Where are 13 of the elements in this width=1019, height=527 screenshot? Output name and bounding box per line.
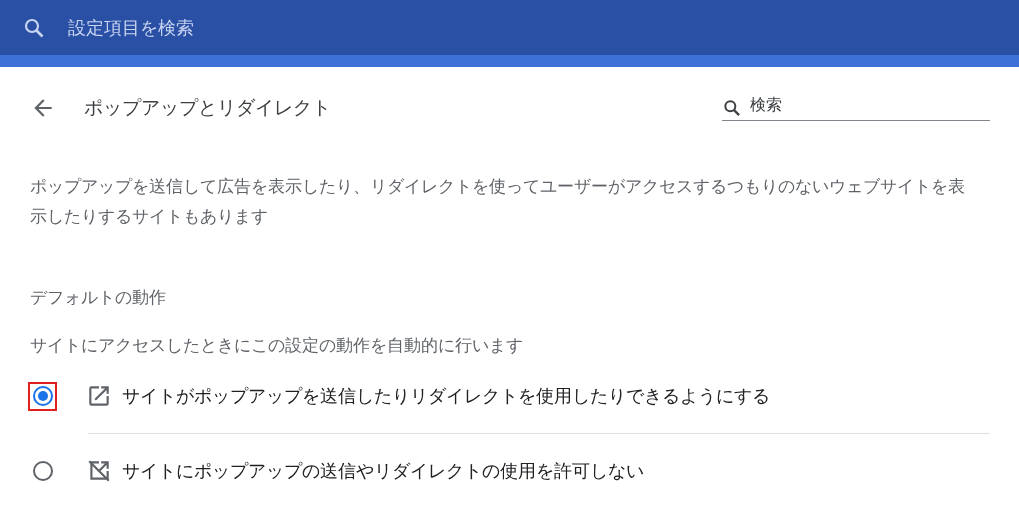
- page-title: ポップアップとリダイレクト: [84, 95, 332, 120]
- radio-button[interactable]: [30, 458, 55, 484]
- radio-button[interactable]: [30, 383, 55, 409]
- section-subtitle: サイトにアクセスしたときにこの設定の動作を自動的に行います: [30, 334, 524, 357]
- section-title: デフォルトの動作: [30, 286, 167, 309]
- option-label[interactable]: サイトにポップアップの送信やリダイレクトの使用を許可しない: [122, 459, 644, 483]
- search-field[interactable]: 検索: [722, 95, 990, 121]
- blocked-link-icon: [86, 458, 112, 484]
- option-label[interactable]: サイトがポップアップを送信したりリダイレクトを使用したりできるようにする: [122, 384, 770, 408]
- search-field[interactable]: 設定項目を検索: [68, 17, 468, 38]
- description: ポップアップを送信して広告を表示したり、リダイレクトを使ってユーザーがアクセスするつもりのないウェブサイトを表示したりするサイトもあります: [30, 175, 965, 228]
- search-icon: [722, 98, 742, 118]
- external-link-icon: [86, 383, 112, 409]
